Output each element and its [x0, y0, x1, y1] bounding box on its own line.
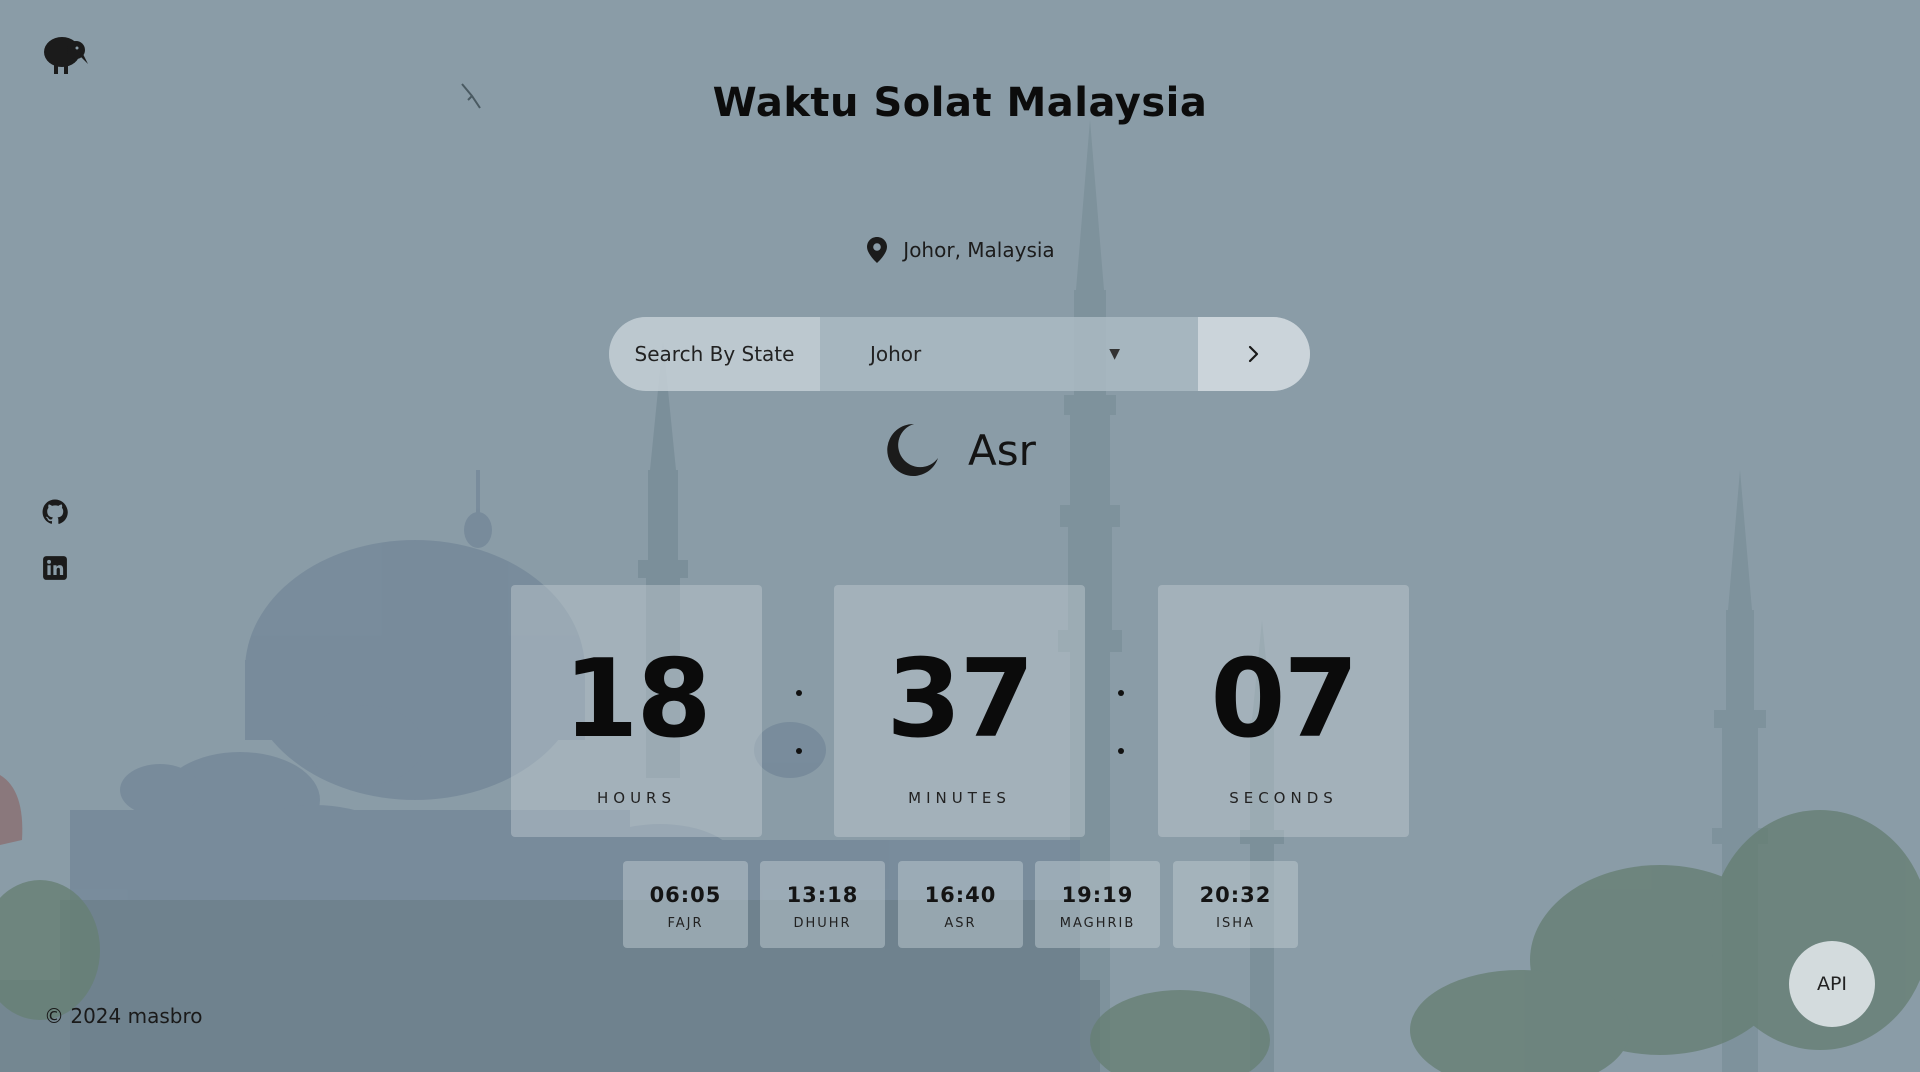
prayer-time-value: 19:19 [1061, 883, 1134, 907]
countdown-minutes-label: MINUTES [908, 789, 1011, 807]
prayer-time-name: ISHA [1216, 916, 1255, 931]
chevron-right-icon [1248, 345, 1259, 363]
prayer-time-value: 20:32 [1199, 883, 1272, 907]
countdown-hours-label: HOURS [596, 789, 676, 807]
countdown-separator [1111, 585, 1131, 837]
current-prayer: Asr [0, 422, 1920, 478]
countdown-hours: 18 HOURS [511, 585, 762, 837]
countdown-separator [789, 585, 809, 837]
countdown-seconds: 07 SECONDS [1158, 585, 1409, 837]
prayer-time-name: FAJR [667, 916, 704, 931]
countdown-seconds-label: SECONDS [1229, 789, 1338, 807]
location-display: Johor, Malaysia [0, 236, 1920, 264]
countdown-seconds-value: 07 [1210, 637, 1358, 762]
prayer-time-value: 13:18 [786, 883, 859, 907]
crescent-moon-icon [887, 423, 939, 476]
search-label: Search By State [609, 317, 820, 391]
linkedin-icon[interactable] [42, 555, 68, 581]
prayer-time-isha: 20:32 ISHA [1173, 861, 1298, 948]
state-select[interactable]: Johor ▼ [820, 317, 1198, 391]
prayer-time-dhuhr: 13:18 DHUHR [760, 861, 885, 948]
page-title: Waktu Solat Malaysia [712, 80, 1208, 126]
prayer-time-maghrib: 19:19 MAGHRIB [1035, 861, 1160, 948]
prayer-times-list: 06:05 FAJR 13:18 DHUHR 16:40 ASR 19:19 M… [623, 861, 1298, 948]
state-search-bar: Search By State Johor ▼ [609, 317, 1310, 391]
countdown-minutes: 37 MINUTES [834, 585, 1085, 837]
prayer-time-asr: 16:40 ASR [898, 861, 1023, 948]
search-submit-button[interactable] [1198, 317, 1310, 391]
map-pin-icon [867, 237, 888, 263]
countdown-hours-value: 18 [563, 637, 711, 762]
countdown-minutes-value: 37 [886, 637, 1034, 762]
prayer-time-name: ASR [944, 916, 977, 931]
location-text: Johor, Malaysia [903, 238, 1055, 262]
countdown-timer: 18 HOURS 37 MINUTES 07 SECONDS [511, 585, 1409, 837]
footer-copyright: © 2024 masbro [44, 1004, 203, 1028]
bird-logo-icon[interactable] [42, 34, 88, 74]
prayer-time-value: 16:40 [924, 883, 997, 907]
prayer-time-name: MAGHRIB [1059, 916, 1136, 931]
github-icon[interactable] [42, 499, 68, 525]
prayer-time-fajr: 06:05 FAJR [623, 861, 748, 948]
current-prayer-name: Asr [968, 425, 1036, 475]
caret-down-icon: ▼ [1109, 346, 1120, 362]
selected-state: Johor [870, 342, 922, 366]
prayer-time-name: DHUHR [793, 916, 852, 931]
prayer-time-value: 06:05 [649, 883, 722, 907]
api-button[interactable]: API [1789, 941, 1875, 1027]
